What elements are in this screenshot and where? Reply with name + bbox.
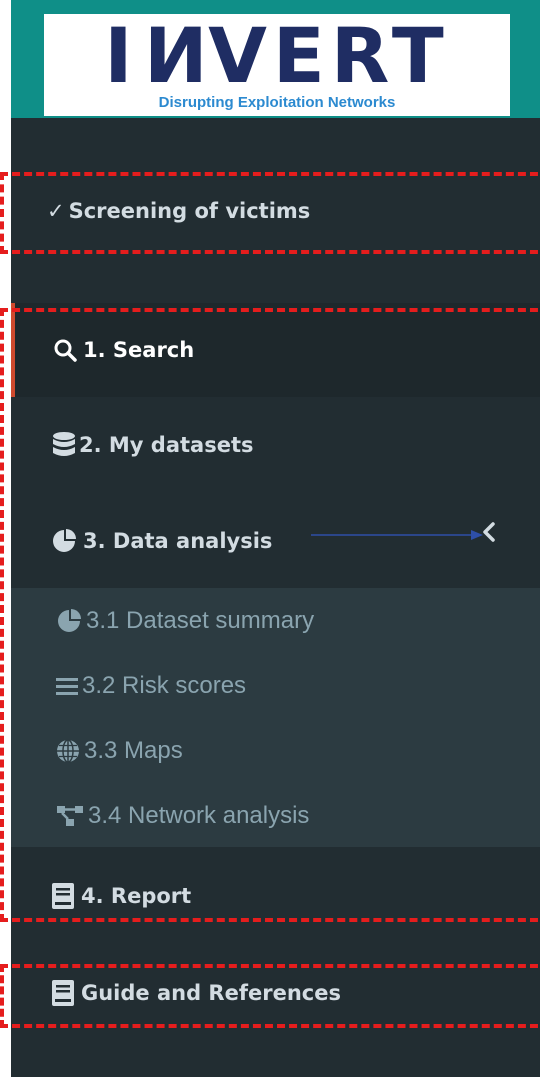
annotation-box-guide: [0, 964, 540, 1028]
annotation-box-workflow: [0, 308, 540, 922]
invert-logo[interactable]: INVERT Disrupting Exploitation Networks: [44, 11, 510, 116]
logo-tagline: Disrupting Exploitation Networks: [158, 94, 396, 111]
annotation-box-module: [0, 172, 540, 254]
logo-header: INVERT Disrupting Exploitation Networks: [11, 0, 540, 118]
logo-wordmark: INVERT: [104, 11, 450, 100]
